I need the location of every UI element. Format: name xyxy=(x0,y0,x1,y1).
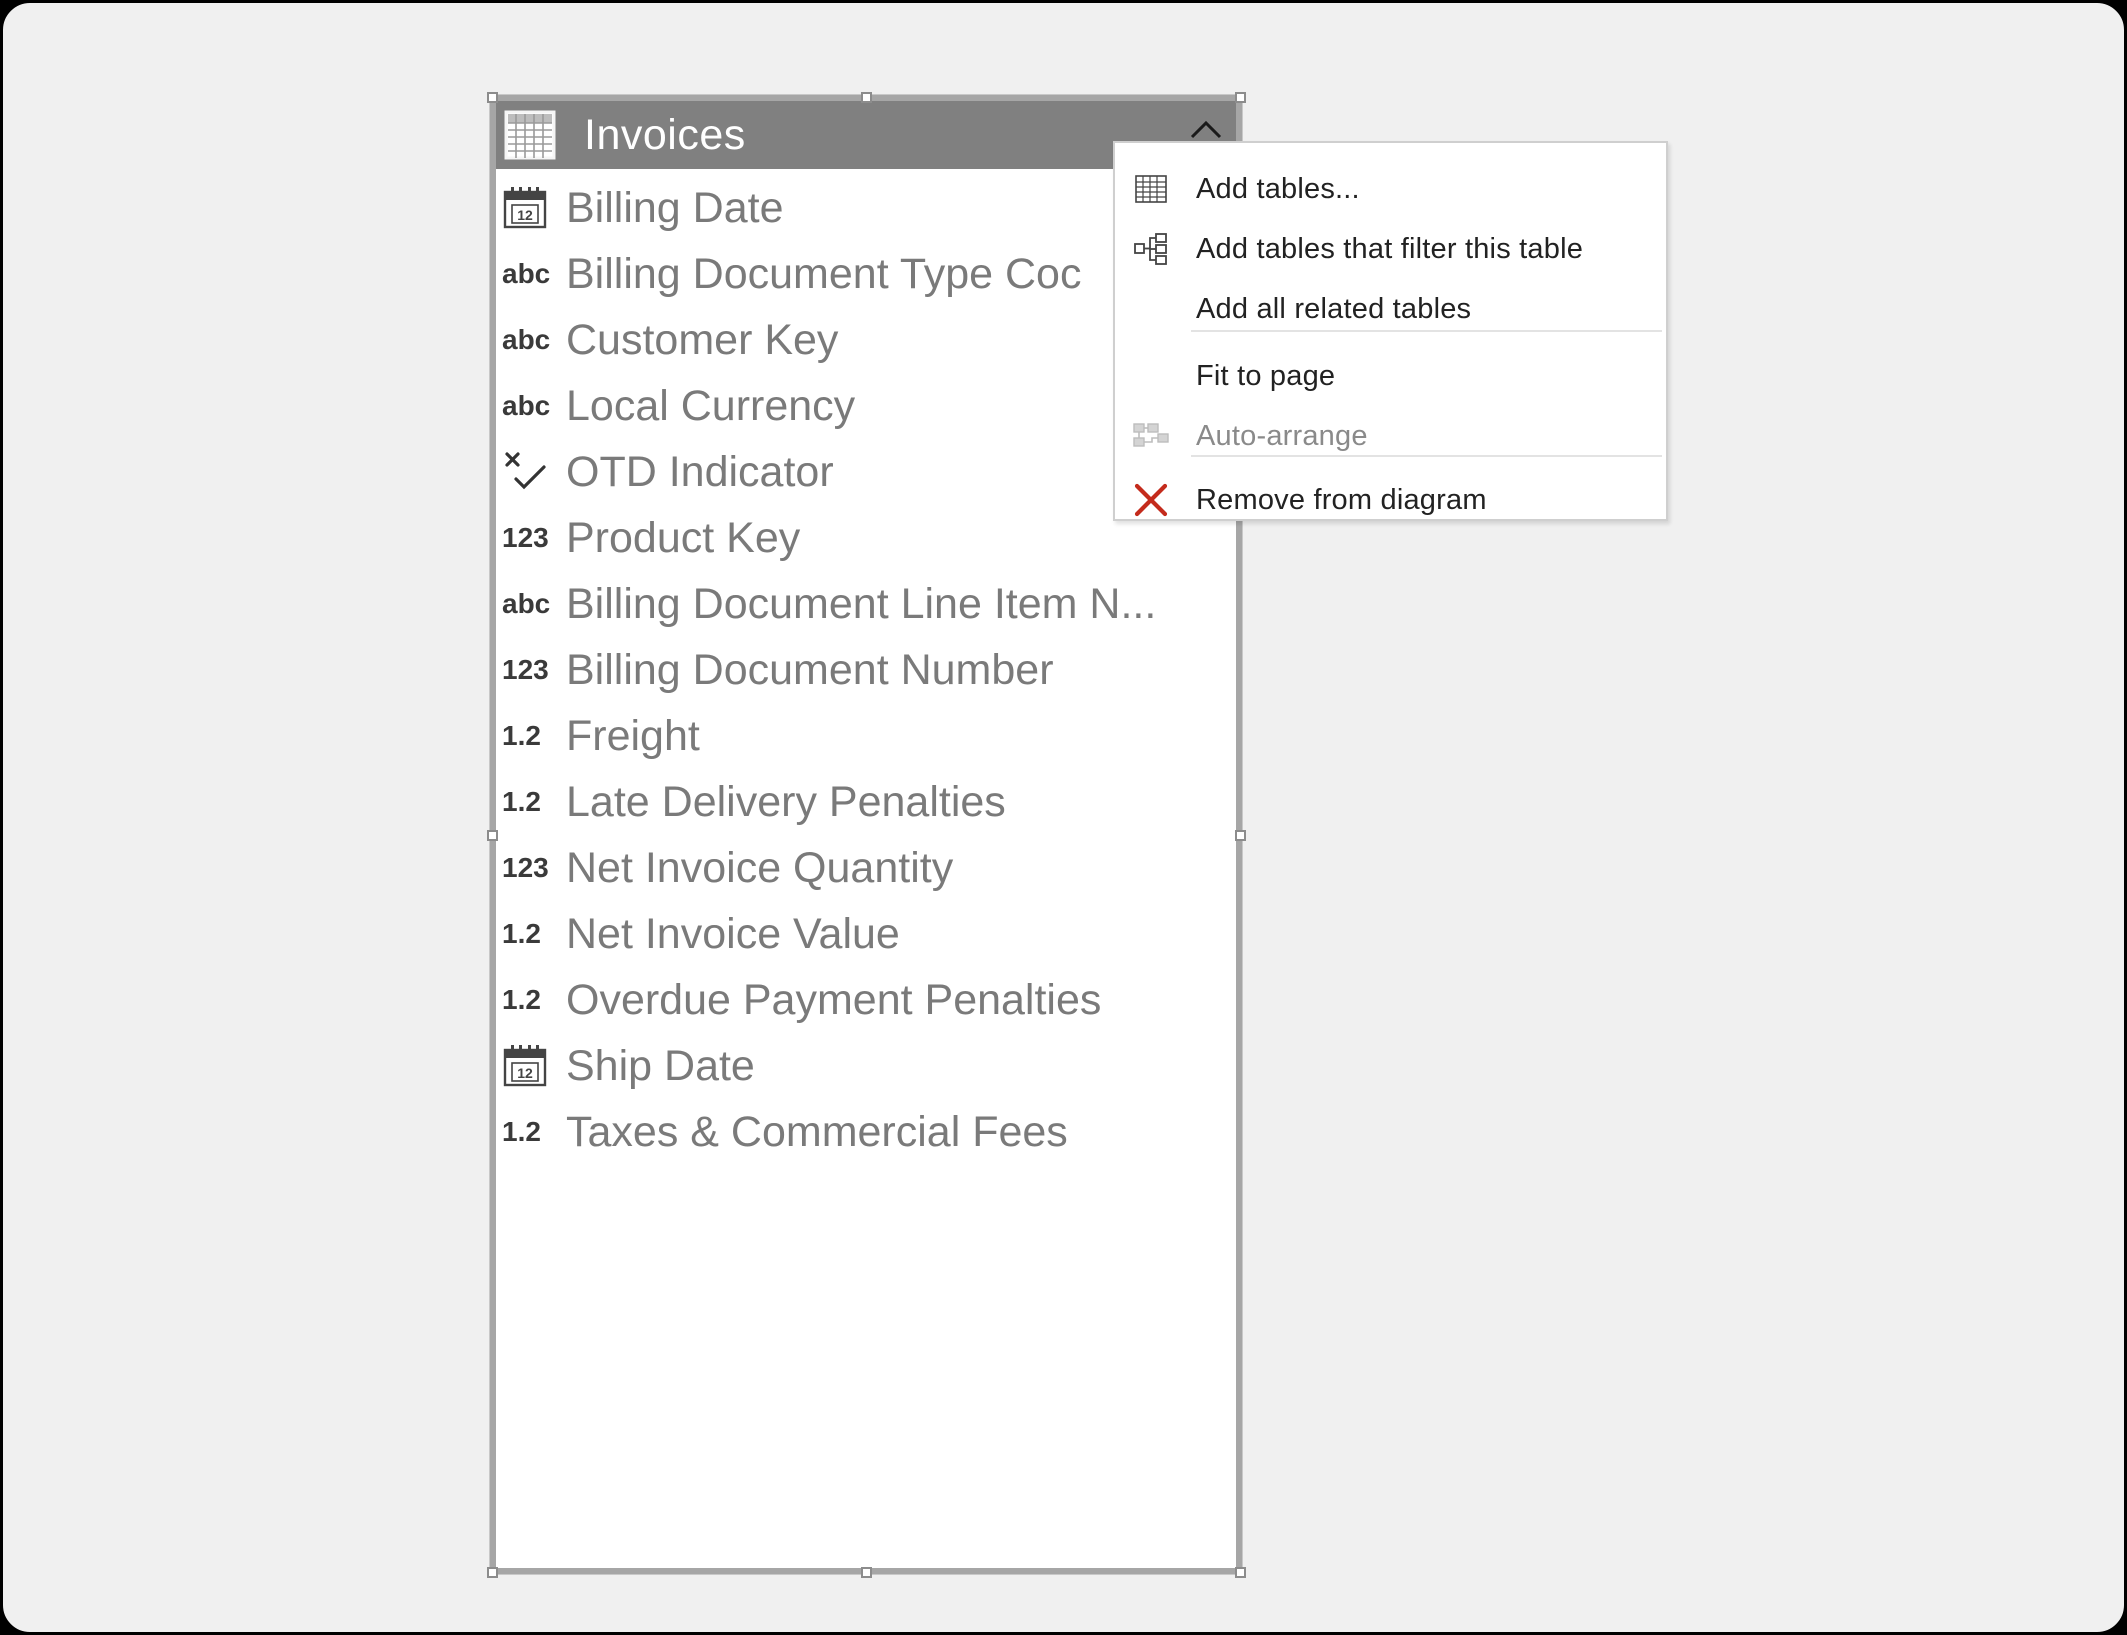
resize-handle-top[interactable] xyxy=(861,92,872,103)
field-row[interactable]: 1.2 Late Delivery Penalties xyxy=(496,769,1236,835)
field-name: Net Invoice Quantity xyxy=(566,843,954,892)
field-row[interactable]: 123 Billing Document Number xyxy=(496,637,1236,703)
table-icon xyxy=(504,110,556,160)
menu-item-add-tables[interactable]: Add tables... xyxy=(1115,161,1666,217)
chevron-up-icon[interactable] xyxy=(1186,115,1226,143)
field-type-label: 123 xyxy=(502,522,549,553)
field-type-label: 1.2 xyxy=(502,1116,541,1147)
field-name: Ship Date xyxy=(566,1041,755,1090)
field-type-label: abc xyxy=(502,588,551,619)
menu-item-fit-to-page[interactable]: Fit to page xyxy=(1115,348,1666,404)
hierarchy-icon xyxy=(1131,229,1171,269)
boolean-icon xyxy=(502,449,566,495)
auto-arrange-icon xyxy=(1131,416,1171,456)
field-type-label: 123 xyxy=(502,852,549,883)
field-type-label: 1.2 xyxy=(502,720,541,751)
menu-label: Fit to page xyxy=(1196,359,1336,392)
menu-item-remove-from-diagram[interactable]: Remove from diagram xyxy=(1115,472,1666,528)
field-name: Billing Document Type Coc xyxy=(566,249,1082,298)
field-name: Billing Document Number xyxy=(566,645,1054,694)
menu-label: Add tables... xyxy=(1196,172,1360,205)
resize-handle-bottom-right[interactable] xyxy=(1235,1567,1246,1578)
menu-label: Auto-arrange xyxy=(1196,419,1368,452)
field-row[interactable]: 1.2 Overdue Payment Penalties xyxy=(496,967,1236,1033)
field-name: Billing Document Line Item N... xyxy=(566,579,1157,628)
field-row[interactable]: 1.2 Freight xyxy=(496,703,1236,769)
menu-separator xyxy=(1191,455,1662,457)
table-title: Invoices xyxy=(584,110,746,159)
field-row[interactable]: abc Billing Document Line Item N... xyxy=(496,571,1236,637)
resize-handle-right[interactable] xyxy=(1235,830,1246,841)
field-row[interactable]: 1.2 Net Invoice Value xyxy=(496,901,1236,967)
field-name: Customer Key xyxy=(566,315,839,364)
calendar-icon: 12 xyxy=(502,1043,566,1089)
field-name: OTD Indicator xyxy=(566,447,834,496)
resize-handle-bottom-left[interactable] xyxy=(487,1567,498,1578)
diagram-canvas[interactable]: Invoices 12 Billing Date abc Billing Docume… xyxy=(0,0,2127,1635)
resize-handle-top-right[interactable] xyxy=(1235,92,1246,103)
calendar-icon: 12 xyxy=(502,185,566,231)
resize-handle-bottom[interactable] xyxy=(861,1567,872,1578)
field-name: Freight xyxy=(566,711,700,760)
field-type-label: 123 xyxy=(502,654,549,685)
field-name: Net Invoice Value xyxy=(566,909,900,958)
field-type-label: abc xyxy=(502,258,551,289)
field-name: Billing Date xyxy=(566,183,784,232)
menu-label: Add tables that filter this table xyxy=(1196,232,1584,265)
field-row[interactable]: 12 Ship Date xyxy=(496,1033,1236,1099)
field-row[interactable]: 123 Net Invoice Quantity xyxy=(496,835,1236,901)
menu-separator xyxy=(1191,330,1662,332)
menu-label: Add all related tables xyxy=(1196,292,1472,325)
field-type-label: 1.2 xyxy=(502,918,541,949)
field-name: Taxes & Commercial Fees xyxy=(566,1107,1068,1156)
svg-text:12: 12 xyxy=(517,207,533,223)
field-name: Overdue Payment Penalties xyxy=(566,975,1102,1024)
field-type-label: abc xyxy=(502,390,551,421)
table-grid-icon xyxy=(1131,169,1171,209)
resize-handle-left[interactable] xyxy=(487,830,498,841)
context-menu: Add tables... Add tables that filter thi… xyxy=(1113,141,1668,521)
resize-handle-top-left[interactable] xyxy=(487,92,498,103)
field-name: Local Currency xyxy=(566,381,856,430)
field-type-label: 1.2 xyxy=(502,786,541,817)
svg-text:12: 12 xyxy=(517,1065,533,1081)
menu-item-add-filter-tables[interactable]: Add tables that filter this table xyxy=(1115,221,1666,277)
field-name: Late Delivery Penalties xyxy=(566,777,1006,826)
field-type-label: abc xyxy=(502,324,551,355)
field-name: Product Key xyxy=(566,513,801,562)
red-x-icon xyxy=(1131,480,1171,520)
field-type-label: 1.2 xyxy=(502,984,541,1015)
menu-item-add-related-tables[interactable]: Add all related tables xyxy=(1115,281,1666,337)
field-row[interactable]: 1.2 Taxes & Commercial Fees xyxy=(496,1099,1236,1165)
menu-label: Remove from diagram xyxy=(1196,483,1487,516)
